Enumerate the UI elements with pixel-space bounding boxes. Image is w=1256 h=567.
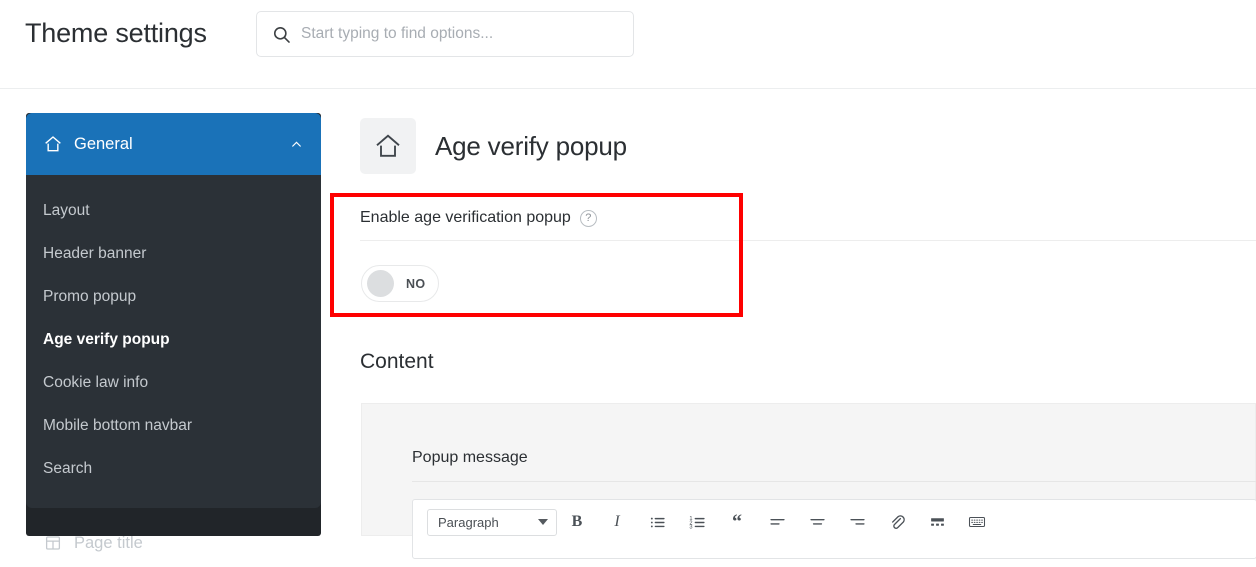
sidebar-item-label: Search (43, 459, 93, 477)
sidebar-item-mobile-bottom-navbar[interactable]: Mobile bottom navbar (26, 404, 321, 447)
search-box[interactable] (256, 11, 634, 57)
format-select-value: Paragraph (438, 514, 499, 530)
sidebar-item-header-banner[interactable]: Header banner (26, 232, 321, 275)
home-icon (43, 134, 63, 154)
sidebar-item-layout[interactable]: Layout (26, 189, 321, 232)
sidebar-item-age-verify-popup[interactable]: Age verify popup (26, 318, 321, 361)
page-icon (43, 534, 62, 553)
sidebar: General Layout Header banner Promo popup (0, 89, 347, 552)
home-icon (360, 118, 416, 174)
sidebar-item-label: Cookie law info (43, 373, 149, 391)
align-left-button[interactable] (757, 507, 797, 537)
popup-message-editor[interactable]: Paragraph B I 1 2 3 “ (412, 499, 1256, 559)
main-content: Age verify popup Enable age verification… (330, 89, 1256, 559)
blockquote-button[interactable]: “ (717, 507, 757, 537)
sidebar-panel: General Layout Header banner Promo popup (26, 113, 321, 552)
page-title: Theme settings (25, 18, 207, 48)
sidebar-item-promo-popup[interactable]: Promo popup (26, 275, 321, 318)
toggle-state-label: NO (406, 276, 426, 291)
toggle-knob (367, 270, 394, 297)
search-icon (271, 24, 291, 44)
question-mark-icon[interactable]: ? (579, 209, 597, 227)
sidebar-item-label: Age verify popup (43, 330, 170, 348)
bold-button[interactable]: B (557, 507, 597, 537)
section-title: Age verify popup (435, 130, 627, 161)
top-header-bar: Theme settings (0, 0, 1256, 89)
chevron-down-icon (538, 519, 548, 525)
search-input[interactable] (301, 25, 633, 43)
editor-toolbar: Paragraph B I 1 2 3 “ (413, 500, 1256, 544)
content-section-heading: Content (360, 350, 434, 373)
numbered-list-button[interactable]: 1 2 3 (677, 507, 717, 537)
popup-message-label: Popup message (412, 449, 528, 466)
sidebar-item-search[interactable]: Search (26, 447, 321, 490)
sidebar-item-cookie-law-info[interactable]: Cookie law info (26, 361, 321, 404)
content-card: Popup message Paragraph B I 1 2 3 “ (361, 403, 1256, 559)
sidebar-group-general: General Layout Header banner Promo popup (26, 113, 321, 508)
align-right-button[interactable] (837, 507, 877, 537)
sidebar-item-label: Header banner (43, 244, 147, 262)
sidebar-item-label: Mobile bottom navbar (43, 416, 193, 434)
format-select[interactable]: Paragraph (427, 508, 557, 536)
svg-text:3: 3 (689, 524, 692, 530)
sidebar-item-general[interactable]: General (26, 113, 321, 175)
link-button[interactable] (877, 507, 917, 537)
field-divider (360, 240, 1256, 241)
keyboard-shortcuts-button[interactable] (957, 507, 997, 537)
enable-field-label-row: Enable age verification popup ? (360, 209, 597, 227)
sidebar-item-page-title[interactable]: Page title (26, 519, 321, 567)
sidebar-item-label: Layout (43, 201, 90, 219)
card-divider (412, 481, 1256, 482)
chevron-up-icon[interactable] (289, 137, 303, 151)
italic-button[interactable]: I (597, 507, 637, 537)
sidebar-bottom-label: Page title (74, 533, 143, 552)
bullet-list-button[interactable] (637, 507, 677, 537)
section-header: Age verify popup (360, 118, 627, 174)
sidebar-sub-list: Layout Header banner Promo popup Age ver… (26, 175, 321, 490)
align-center-button[interactable] (797, 507, 837, 537)
sidebar-group-label: General (74, 134, 133, 153)
sidebar-item-label: Promo popup (43, 287, 137, 305)
enable-age-verification-toggle[interactable]: NO (361, 265, 439, 302)
enable-field-label: Enable age verification popup (360, 209, 571, 226)
insert-more-button[interactable] (917, 507, 957, 537)
